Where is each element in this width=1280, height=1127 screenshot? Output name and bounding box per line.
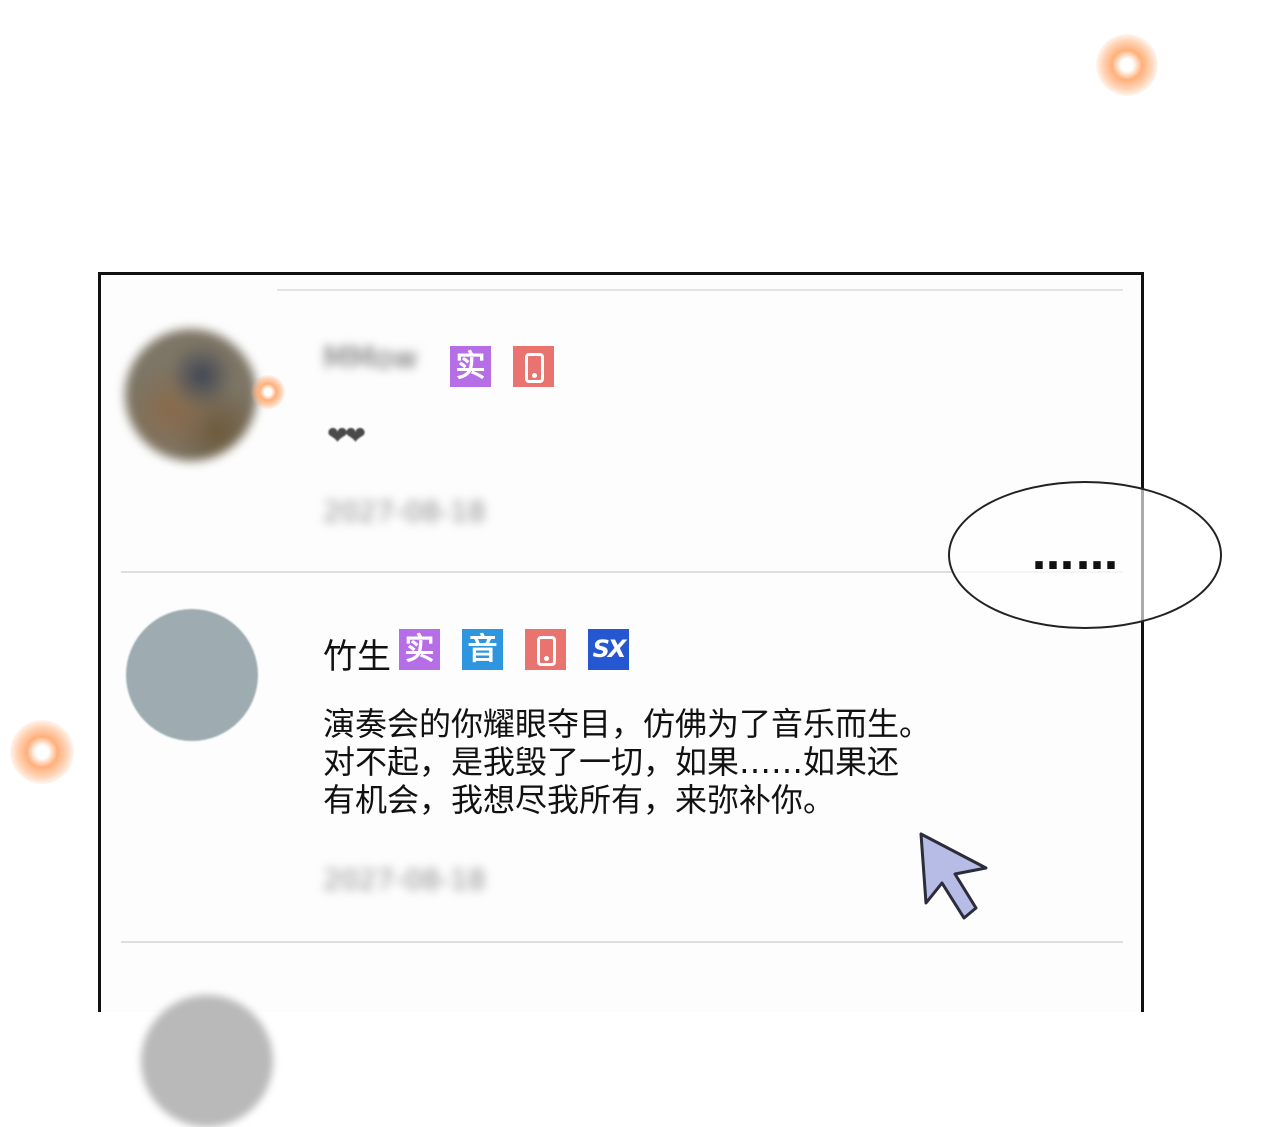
avatar[interactable]: [125, 329, 257, 461]
comment-text-line: 演奏会的你耀眼夺目，仿佛为了音乐而生。: [323, 705, 932, 743]
comment-text-line: 有机会，我想尽我所有，来弥补你。: [323, 781, 836, 819]
music-badge: 音: [462, 629, 503, 670]
real-name-badge: 实: [450, 346, 491, 387]
speech-bubble-text: ……: [1032, 530, 1120, 579]
username[interactable]: MMow: [323, 341, 418, 376]
phone-icon: [525, 353, 544, 383]
timestamp: 2027-08-18: [323, 863, 486, 896]
phone-badge: [525, 629, 566, 670]
timestamp: 2027-08-18: [323, 495, 486, 528]
comment-text: ❤❤: [327, 421, 366, 450]
comment-text-line: 对不起，是我毁了一切，如果……如果还: [323, 743, 900, 781]
comment-divider: [121, 941, 1123, 943]
glow-decoration-avatar: [251, 375, 285, 409]
sx-badge: SX: [588, 629, 629, 670]
glow-decoration-left: [10, 720, 74, 784]
real-name-badge: 实: [399, 629, 440, 670]
phone-icon: [537, 636, 556, 666]
top-divider: [277, 289, 1123, 291]
phone-badge: [513, 346, 554, 387]
glow-decoration-top-right: [1096, 34, 1158, 96]
mouse-cursor-icon: [919, 832, 988, 920]
avatar[interactable]: [141, 995, 273, 1127]
avatar[interactable]: [126, 609, 258, 741]
username[interactable]: 竹生: [323, 629, 391, 678]
